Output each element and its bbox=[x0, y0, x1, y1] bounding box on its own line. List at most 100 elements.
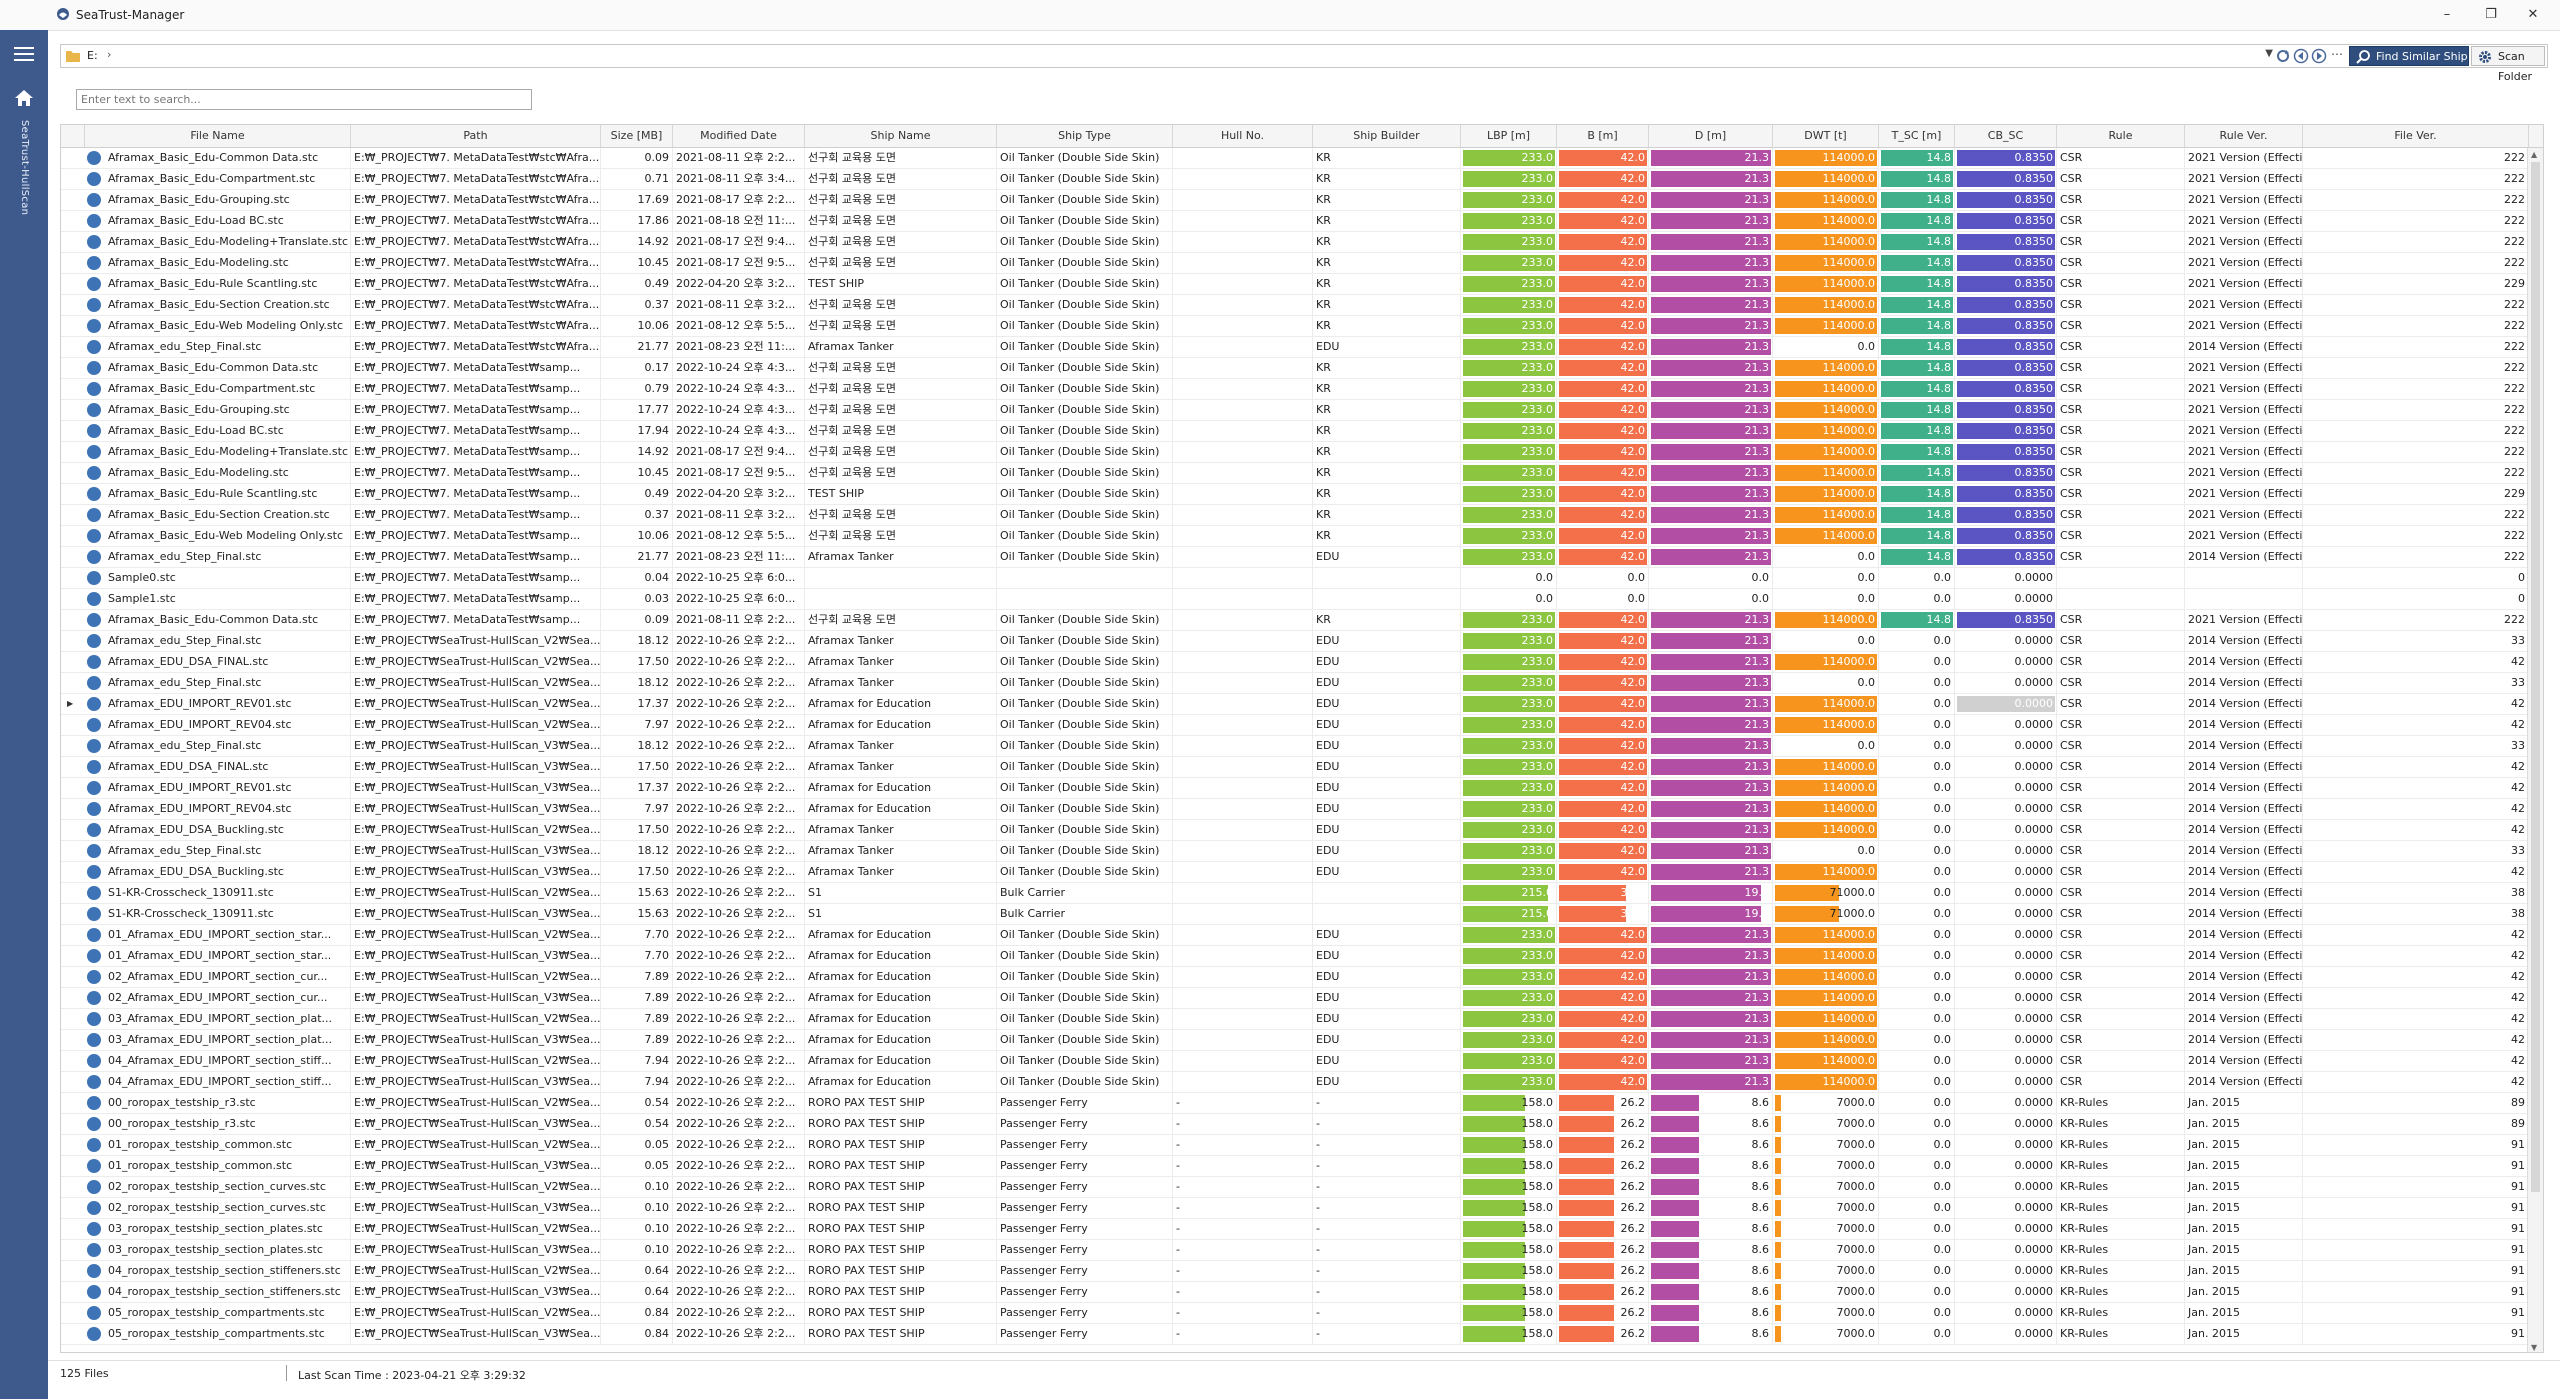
table-row[interactable]: 02_roropax_testship_section_curves.stc E:… bbox=[61, 1177, 2543, 1198]
table-row[interactable]: Aframax_Basic_Edu-Modeling.stc E:₩_PROJEC… bbox=[61, 463, 2543, 484]
table-row[interactable]: Aframax_Basic_Edu-Compartment.stc E:₩_PRO… bbox=[61, 379, 2543, 400]
table-row[interactable]: 01_Aframax_EDU_IMPORT_section_star... E:₩… bbox=[61, 925, 2543, 946]
table-row[interactable]: 00_roropax_testship_r3.stc E:₩_PROJECT₩Se… bbox=[61, 1114, 2543, 1135]
column-header-cbsc[interactable]: CB_SC bbox=[1955, 125, 2057, 147]
table-row[interactable]: 03_roropax_testship_section_plates.stc E:… bbox=[61, 1219, 2543, 1240]
table-row[interactable]: Aframax_Basic_Edu-Modeling+Translate.stc… bbox=[61, 442, 2543, 463]
refresh-icon[interactable] bbox=[2275, 48, 2291, 64]
column-header-file[interactable]: File Name bbox=[85, 125, 351, 147]
column-header-lbp[interactable]: LBP [m] bbox=[1461, 125, 1557, 147]
column-header-rulever[interactable]: Rule Ver. bbox=[2185, 125, 2303, 147]
vertical-scrollbar[interactable]: ▲ ▼ bbox=[2527, 148, 2543, 1352]
table-row[interactable]: Aframax_Basic_Edu-Common Data.stc E:₩_PRO… bbox=[61, 610, 2543, 631]
scroll-up-icon[interactable]: ▲ bbox=[2531, 150, 2537, 159]
table-row[interactable]: 04_Aframax_EDU_IMPORT_section_stiff... E:… bbox=[61, 1051, 2543, 1072]
table-row[interactable]: Aframax_edu_Step_Final.stc E:₩_PROJECT₩Se… bbox=[61, 841, 2543, 862]
find-similar-ship-button[interactable]: Find Similar Ship bbox=[2349, 46, 2469, 66]
column-header-filever[interactable]: File Ver. bbox=[2303, 125, 2529, 147]
table-row[interactable]: Aframax_EDU_IMPORT_REV01.stc E:₩_PROJECT₩… bbox=[61, 778, 2543, 799]
table-row[interactable]: Aframax_EDU_DSA_FINAL.stc E:₩_PROJECT₩Sea… bbox=[61, 757, 2543, 778]
table-row[interactable]: 00_roropax_testship_r3.stc E:₩_PROJECT₩Se… bbox=[61, 1093, 2543, 1114]
table-row[interactable]: Aframax_edu_Step_Final.stc E:₩_PROJECT₩7.… bbox=[61, 337, 2543, 358]
table-row[interactable]: S1-KR-Crosscheck_130911.stc E:₩_PROJECT₩S… bbox=[61, 883, 2543, 904]
cell-builder: EDU bbox=[1313, 757, 1461, 777]
table-row[interactable]: Aframax_EDU_IMPORT_REV04.stc E:₩_PROJECT₩… bbox=[61, 799, 2543, 820]
column-header-hull[interactable]: Hull No. bbox=[1173, 125, 1313, 147]
table-row[interactable]: 04_Aframax_EDU_IMPORT_section_stiff... E:… bbox=[61, 1072, 2543, 1093]
table-row[interactable]: Aframax_Basic_Edu-Modeling+Translate.stc… bbox=[61, 232, 2543, 253]
table-row[interactable]: Sample1.stc E:₩_PROJECT₩7. MetaDataTest₩s… bbox=[61, 589, 2543, 610]
table-row[interactable]: 02_roropax_testship_section_curves.stc E:… bbox=[61, 1198, 2543, 1219]
table-row[interactable]: S1-KR-Crosscheck_130911.stc E:₩_PROJECT₩S… bbox=[61, 904, 2543, 925]
back-icon[interactable] bbox=[2293, 48, 2309, 64]
path-bar[interactable]: E: › ▼ ⋯ Find Similar Ship Scan Folder bbox=[60, 44, 2548, 83]
column-header-rule[interactable]: Rule bbox=[2057, 125, 2185, 147]
table-row[interactable]: Aframax_Basic_Edu-Common Data.stc E:₩_PRO… bbox=[61, 148, 2543, 169]
table-row[interactable]: 02_Aframax_EDU_IMPORT_section_cur... E:₩_… bbox=[61, 988, 2543, 1009]
table-row[interactable]: ▶ Aframax_EDU_IMPORT_REV01.stc E:₩_PROJECT… bbox=[61, 694, 2543, 715]
cell-path: E:₩_PROJECT₩SeaTrust-HullScan_V2₩Sea... bbox=[351, 1135, 601, 1155]
table-row[interactable]: 03_Aframax_EDU_IMPORT_section_plat... E:₩… bbox=[61, 1009, 2543, 1030]
cell-path: E:₩_PROJECT₩SeaTrust-HullScan_V2₩Sea... bbox=[351, 883, 601, 903]
table-row[interactable]: 02_Aframax_EDU_IMPORT_section_cur... E:₩_… bbox=[61, 967, 2543, 988]
table-row[interactable]: Aframax_Basic_Edu-Load BC.stc E:₩_PROJECT… bbox=[61, 211, 2543, 232]
column-header-path[interactable]: Path bbox=[351, 125, 601, 147]
table-row[interactable]: 03_roropax_testship_section_plates.stc E:… bbox=[61, 1240, 2543, 1261]
table-row[interactable]: Aframax_Basic_Edu-Web Modeling Only.stc E… bbox=[61, 316, 2543, 337]
table-row[interactable]: Aframax_Basic_Edu-Rule Scantling.stc E:₩_… bbox=[61, 484, 2543, 505]
table-row[interactable]: Aframax_edu_Step_Final.stc E:₩_PROJECT₩Se… bbox=[61, 673, 2543, 694]
table-row[interactable]: Aframax_Basic_Edu-Section Creation.stc E:… bbox=[61, 295, 2543, 316]
table-row[interactable]: Aframax_Basic_Edu-Compartment.stc E:₩_PRO… bbox=[61, 169, 2543, 190]
column-header-builder[interactable]: Ship Builder bbox=[1313, 125, 1461, 147]
close-icon[interactable]: ✕ bbox=[2516, 4, 2550, 26]
path-text[interactable]: E: bbox=[87, 49, 98, 62]
forward-icon[interactable] bbox=[2311, 48, 2327, 64]
table-row[interactable]: Aframax_edu_Step_Final.stc E:₩_PROJECT₩Se… bbox=[61, 736, 2543, 757]
hamburger-menu-icon[interactable] bbox=[12, 44, 36, 64]
table-row[interactable]: Aframax_EDU_DSA_Buckling.stc E:₩_PROJECT₩… bbox=[61, 862, 2543, 883]
table-row[interactable]: Aframax_Basic_Edu-Grouping.stc E:₩_PROJEC… bbox=[61, 400, 2543, 421]
search-input[interactable] bbox=[76, 89, 532, 110]
cell-hull bbox=[1173, 568, 1313, 588]
table-row[interactable]: 04_roropax_testship_section_stiffeners.s… bbox=[61, 1282, 2543, 1303]
column-header-ship[interactable]: Ship Name bbox=[805, 125, 997, 147]
minimize-icon[interactable]: – bbox=[2430, 4, 2464, 26]
table-row[interactable]: Aframax_EDU_IMPORT_REV04.stc E:₩_PROJECT₩… bbox=[61, 715, 2543, 736]
table-row[interactable]: Aframax_Basic_Edu-Modeling.stc E:₩_PROJEC… bbox=[61, 253, 2543, 274]
table-row[interactable]: Aframax_Basic_Edu-Grouping.stc E:₩_PROJEC… bbox=[61, 190, 2543, 211]
table-row[interactable]: Aframax_Basic_Edu-Section Creation.stc E:… bbox=[61, 505, 2543, 526]
chevron-down-icon[interactable]: ▼ bbox=[2265, 48, 2273, 59]
scrollbar-thumb[interactable] bbox=[2531, 162, 2540, 1192]
table-row[interactable]: Aframax_edu_Step_Final.stc E:₩_PROJECT₩Se… bbox=[61, 631, 2543, 652]
column-header-tsc[interactable]: T_SC [m] bbox=[1879, 125, 1955, 147]
table-row[interactable]: 01_Aframax_EDU_IMPORT_section_star... E:₩… bbox=[61, 946, 2543, 967]
cell-value-b: 42.0 bbox=[1620, 424, 1646, 437]
more-options-icon[interactable]: ⋯ bbox=[2331, 47, 2343, 61]
table-row[interactable]: Sample0.stc E:₩_PROJECT₩7. MetaDataTest₩s… bbox=[61, 568, 2543, 589]
table-row[interactable]: Aframax_Basic_Edu-Load BC.stc E:₩_PROJECT… bbox=[61, 421, 2543, 442]
restore-icon[interactable]: ❐ bbox=[2474, 4, 2508, 26]
column-header-type[interactable]: Ship Type bbox=[997, 125, 1173, 147]
table-row[interactable]: Aframax_Basic_Edu-Rule Scantling.stc E:₩_… bbox=[61, 274, 2543, 295]
table-row[interactable]: 01_roropax_testship_common.stc E:₩_PROJEC… bbox=[61, 1156, 2543, 1177]
table-row[interactable]: Aframax_Basic_Edu-Common Data.stc E:₩_PRO… bbox=[61, 358, 2543, 379]
table-row[interactable]: Aframax_edu_Step_Final.stc E:₩_PROJECT₩7.… bbox=[61, 547, 2543, 568]
scroll-down-icon[interactable]: ▼ bbox=[2531, 1343, 2537, 1352]
table-row[interactable]: 04_roropax_testship_section_stiffeners.s… bbox=[61, 1261, 2543, 1282]
scan-folder-button[interactable]: Scan Folder bbox=[2471, 46, 2545, 83]
table-row[interactable]: Aframax_EDU_DSA_FINAL.stc E:₩_PROJECT₩Sea… bbox=[61, 652, 2543, 673]
table-row[interactable]: 05_roropax_testship_compartments.stc E:₩_… bbox=[61, 1303, 2543, 1324]
table-row[interactable]: Aframax_Basic_Edu-Web Modeling Only.stc E… bbox=[61, 526, 2543, 547]
table-row[interactable]: 05_roropax_testship_compartments.stc E:₩_… bbox=[61, 1324, 2543, 1345]
column-header-d[interactable]: D [m] bbox=[1649, 125, 1773, 147]
table-row[interactable]: Aframax_EDU_DSA_Buckling.stc E:₩_PROJECT₩… bbox=[61, 820, 2543, 841]
table-row[interactable]: 01_roropax_testship_common.stc E:₩_PROJEC… bbox=[61, 1135, 2543, 1156]
table-row[interactable]: 03_Aframax_EDU_IMPORT_section_plat... E:₩… bbox=[61, 1030, 2543, 1051]
column-header-dwt[interactable]: DWT [t] bbox=[1773, 125, 1879, 147]
path-separator-icon[interactable]: › bbox=[107, 48, 111, 61]
column-header-date[interactable]: Modified Date bbox=[673, 125, 805, 147]
sidebar-app-label[interactable]: SeaTrust-HullScan bbox=[10, 120, 30, 260]
column-header-size[interactable]: Size [MB] bbox=[601, 125, 673, 147]
column-header-b[interactable]: B [m] bbox=[1557, 125, 1649, 147]
home-icon[interactable] bbox=[14, 88, 34, 108]
